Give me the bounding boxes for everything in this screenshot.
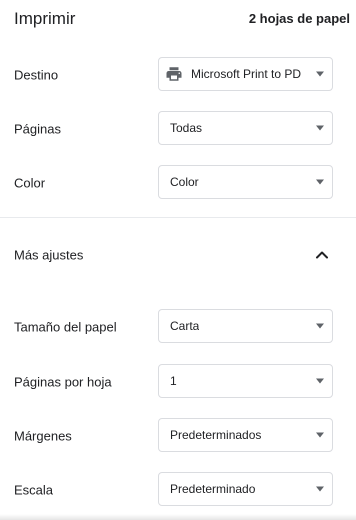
paper-size-row: Tamaño del papel Carta xyxy=(0,309,356,345)
pages-per-sheet-row: Páginas por hoja 1 xyxy=(0,364,356,400)
color-value: Color xyxy=(170,175,199,189)
chevron-down-icon xyxy=(316,125,324,131)
destination-row: Destino Microsoft Print to PD xyxy=(0,57,356,93)
destination-select[interactable]: Microsoft Print to PD xyxy=(158,57,333,91)
chevron-down-icon xyxy=(316,486,324,492)
divider xyxy=(0,217,356,218)
pages-per-sheet-select[interactable]: 1 xyxy=(158,364,333,398)
pages-per-sheet-label: Páginas por hoja xyxy=(14,374,112,390)
chevron-down-icon xyxy=(316,432,324,438)
destination-label: Destino xyxy=(14,67,59,83)
paper-size-select[interactable]: Carta xyxy=(158,309,333,343)
scale-value: Predeterminado xyxy=(170,482,256,496)
chevron-down-icon xyxy=(316,378,324,384)
color-row: Color Color xyxy=(0,165,356,201)
more-settings-label: Más ajustes xyxy=(14,247,84,263)
chevron-up-icon xyxy=(316,251,328,259)
paper-size-value: Carta xyxy=(170,319,200,333)
print-header: Imprimir 2 hojas de papel xyxy=(0,0,356,40)
pages-value: Todas xyxy=(170,121,203,135)
paper-size-label: Tamaño del papel xyxy=(14,319,117,335)
sheet-count: 2 hojas de papel xyxy=(248,11,350,26)
destination-value: Microsoft Print to PD xyxy=(191,67,302,81)
margins-row: Márgenes Predeterminados xyxy=(0,418,356,454)
margins-select[interactable]: Predeterminados xyxy=(158,418,333,452)
chevron-down-icon xyxy=(316,179,324,185)
margins-label: Márgenes xyxy=(14,428,72,444)
more-settings-toggle[interactable]: Más ajustes xyxy=(0,238,356,272)
printer-icon xyxy=(166,67,182,81)
page-title: Imprimir xyxy=(14,9,76,28)
scale-label: Escala xyxy=(14,482,54,498)
margins-value: Predeterminados xyxy=(170,428,262,442)
color-label: Color xyxy=(14,175,46,191)
chevron-down-icon xyxy=(316,323,324,329)
footer-shadow xyxy=(0,514,356,520)
color-select[interactable]: Color xyxy=(158,165,333,199)
scale-select[interactable]: Predeterminado xyxy=(158,472,333,506)
pages-row: Páginas Todas xyxy=(0,111,356,147)
chevron-down-icon xyxy=(316,71,324,77)
pages-select[interactable]: Todas xyxy=(158,111,333,145)
pages-label: Páginas xyxy=(14,121,61,137)
scale-row: Escala Predeterminado xyxy=(0,472,356,508)
pages-per-sheet-value: 1 xyxy=(170,374,177,388)
